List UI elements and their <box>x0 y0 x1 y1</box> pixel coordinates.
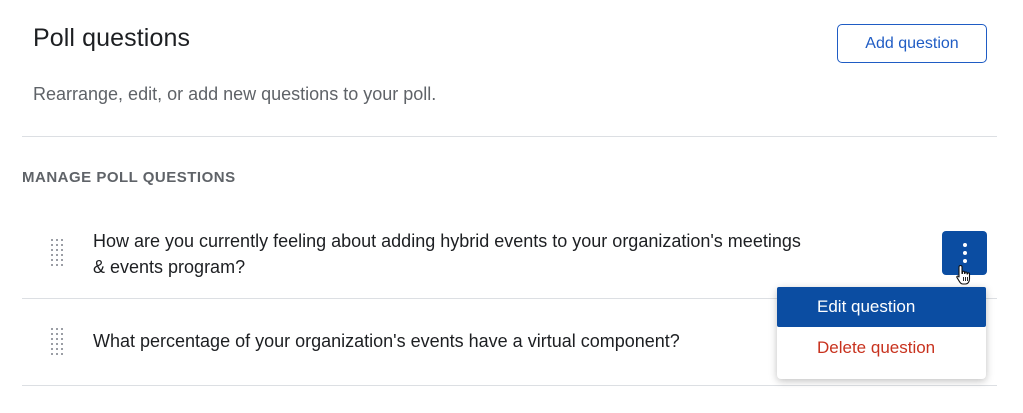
section-label: MANAGE POLL QUESTIONS <box>22 169 236 186</box>
page-subtitle: Rearrange, edit, or add new questions to… <box>33 84 437 104</box>
question-divider <box>22 385 997 386</box>
question-text-line: What percentage of your organization's e… <box>93 331 680 351</box>
question-text: How are you currently feeling about addi… <box>93 228 801 280</box>
question-actions-menu: Edit question Delete question <box>777 287 986 379</box>
add-question-button[interactable]: Add question <box>837 24 987 63</box>
more-vertical-icon <box>962 243 967 263</box>
hand-pointer-cursor-icon <box>956 264 971 285</box>
question-text-line: How are you currently feeling about addi… <box>93 231 801 251</box>
header-divider <box>22 136 997 137</box>
delete-question-menu-item[interactable]: Delete question <box>777 328 986 368</box>
drag-handle-icon[interactable] <box>51 239 65 267</box>
page-title: Poll questions <box>33 24 191 52</box>
edit-question-menu-item[interactable]: Edit question <box>777 287 986 327</box>
drag-handle-icon[interactable] <box>51 328 65 356</box>
question-text-line: & events program? <box>93 257 246 277</box>
question-text: What percentage of your organization's e… <box>93 328 680 354</box>
